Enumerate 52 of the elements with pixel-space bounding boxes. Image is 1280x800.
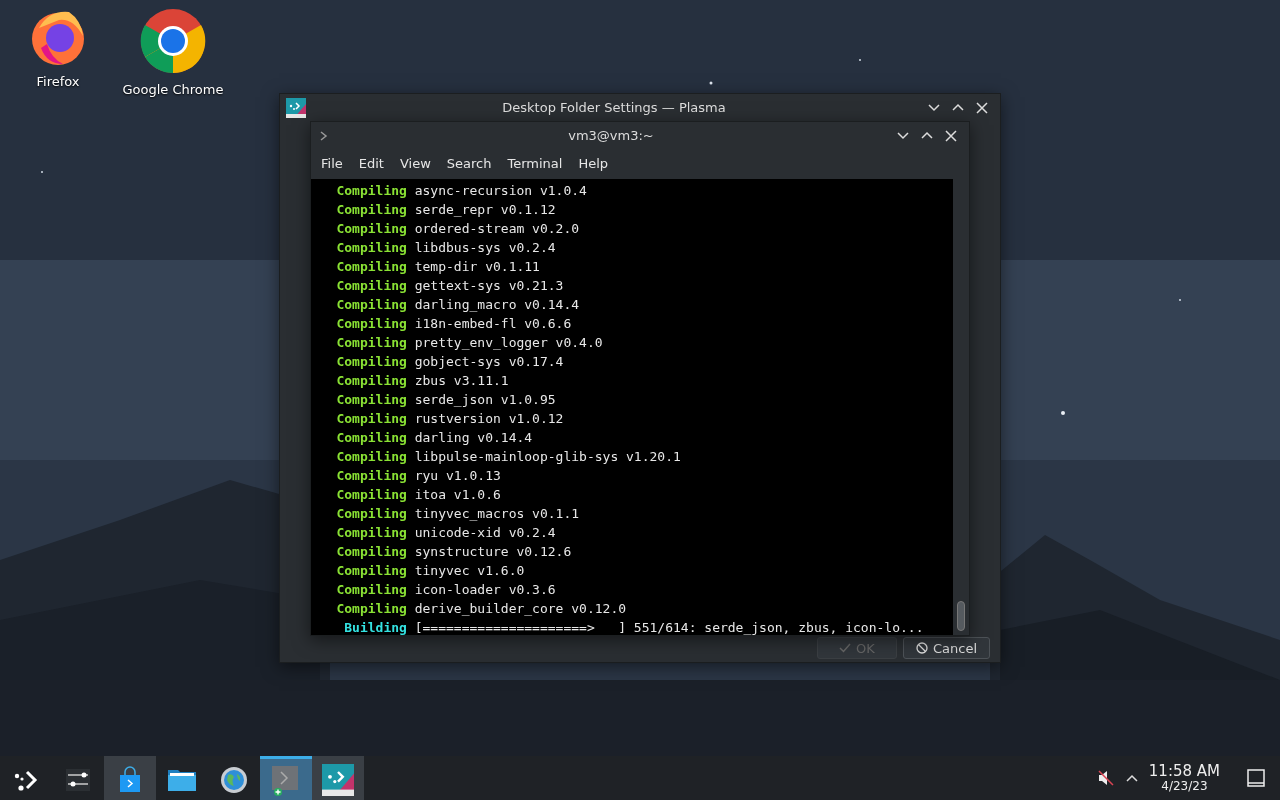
globe-gear-icon (220, 765, 248, 794)
taskbar-button[interactable] (312, 756, 364, 800)
app-icon (286, 97, 306, 118)
terminal-line: Compiling tinyvec v1.6.0 (335, 562, 526, 580)
terminal-line: Compiling pretty_env_logger v0.4.0 (335, 334, 604, 352)
menu-item[interactable]: Search (438, 152, 500, 176)
scrollbar[interactable] (953, 179, 969, 635)
wheel-icon[interactable] (140, 8, 206, 74)
close-icon (943, 127, 959, 144)
check-icon (839, 642, 852, 654)
window-title: Desktop Folder Settings — Plasma (501, 98, 727, 117)
terminal-line: Compiling itoa v1.0.6 (335, 486, 502, 504)
icon-label[interactable]: Google Chrome (122, 80, 224, 100)
scrollbar-thumb[interactable] (957, 601, 965, 631)
show-desktop-icon (1246, 768, 1266, 788)
terminal-line: Compiling ordered-stream v0.2.0 (335, 220, 581, 238)
close-icon (974, 99, 990, 116)
terminal-line: Compiling gobject-sys v0.17.4 (335, 353, 565, 371)
menu-item[interactable]: File (313, 152, 351, 176)
terminal-line: Compiling libpulse-mainloop-glib-sys v1.20.1 (335, 448, 682, 466)
icon-label[interactable]: Firefox (36, 72, 80, 92)
terminal-line: Compiling zbus v3.11.1 (335, 372, 510, 390)
terminal-line: Compiling i18n-embed-fl v0.6.6 (335, 315, 573, 333)
terminal-line: Building [=====================> ] 551/614: serde_json, zbus, icon-lo... (343, 619, 925, 635)
cancel-button[interactable]: Cancel (902, 637, 990, 659)
terminal-line: Compiling unicode-xid v0.2.4 (335, 524, 557, 542)
menu-item[interactable]: Help (570, 152, 617, 176)
terminal-line: Compiling icon-loader v0.3.6 (335, 581, 557, 599)
terminal-line: Compiling derive_builder_core v0.12.0 (335, 600, 628, 618)
terminal-line: Compiling serde_json v1.0.95 (335, 391, 557, 409)
terminal-line: Compiling tinyvec_macros v0.1.1 (335, 505, 581, 523)
show-desktop-button[interactable] (1246, 768, 1266, 788)
no-entry-icon (915, 642, 928, 654)
terminal-line: Compiling gettext-sys v0.21.3 (335, 277, 565, 295)
clock-time[interactable]: 11:58 AM (1148, 763, 1220, 780)
terminal-line: Compiling temp-dir v0.1.11 (335, 258, 541, 276)
menu-item[interactable]: Edit (350, 152, 392, 176)
window-title: vm3@vm3:~ (567, 126, 655, 145)
terminal-line: Compiling serde_repr v0.1.12 (335, 201, 557, 219)
terminal-line: Compiling libdbus-sys v0.2.4 (335, 239, 557, 257)
terminal-line: Compiling async-recursion v1.0.4 (335, 182, 588, 200)
terminal-line: Compiling rustversion v1.0.12 (335, 410, 565, 428)
menu-item[interactable]: View (391, 152, 439, 176)
terminal-line: Compiling synstructure v0.12.6 (335, 543, 573, 561)
clock-date[interactable]: 4/23/23 (1161, 779, 1208, 793)
volume-button[interactable] (1096, 769, 1115, 787)
muted-speaker-icon (1096, 769, 1115, 787)
terminal-line: Compiling darling v0.14.4 (335, 429, 534, 447)
menu-item[interactable]: Terminal (499, 152, 571, 176)
plasma-logo-icon (322, 763, 354, 796)
terminal-line: Compiling ryu v1.0.13 (335, 467, 502, 485)
terminal-line: Compiling darling_macro v0.14.4 (335, 296, 581, 314)
